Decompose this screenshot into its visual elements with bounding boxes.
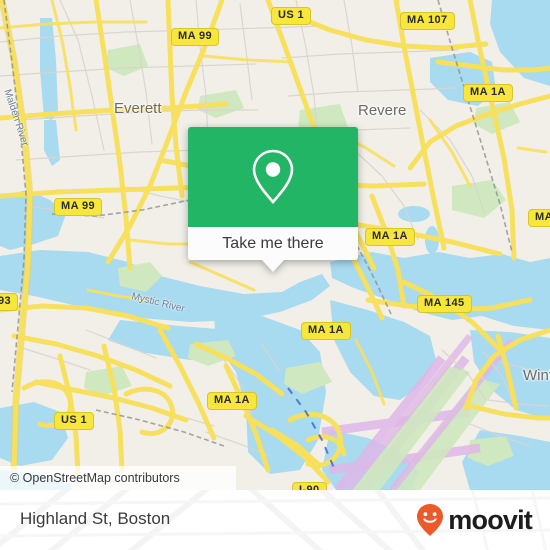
- route-shield-ma-99[interactable]: MA 99: [171, 28, 219, 46]
- place-label-everett: Everett: [114, 100, 162, 117]
- place-label-winthrop: Wint: [523, 367, 550, 384]
- place-label-revere: Revere: [358, 102, 407, 119]
- osm-attribution[interactable]: © OpenStreetMap contributors: [0, 466, 236, 490]
- callout-tail: [261, 259, 285, 272]
- location-callout[interactable]: Take me there: [188, 127, 358, 272]
- route-shield-i-90[interactable]: I-90: [292, 482, 327, 490]
- route-shield-ma-1a-5[interactable]: MA 1A: [207, 392, 257, 410]
- route-shield-i-93[interactable]: 93: [0, 293, 19, 311]
- route-shield-us-1-2[interactable]: US 1: [54, 412, 95, 430]
- map-pin-icon: [252, 149, 294, 204]
- route-shield-ma-145[interactable]: MA 145: [417, 295, 472, 313]
- route-shield-ma-107[interactable]: MA 107: [400, 12, 455, 30]
- route-shield-ma-1a-3[interactable]: MA 1A: [365, 228, 415, 246]
- route-shield-ma-partial[interactable]: MA: [528, 209, 550, 227]
- footer-bar: Highland St, Boston moovit: [0, 490, 550, 550]
- route-shield-ma-99-2[interactable]: MA 99: [54, 198, 102, 216]
- route-shield-ma-1a-4[interactable]: MA 1A: [301, 322, 351, 340]
- location-title: Highland St, Boston: [20, 509, 171, 528]
- moovit-logo[interactable]: moovit: [416, 503, 533, 537]
- map-screenshot: .w { fill:#a8daf0; } .gn { fill:#cfe8bf;…: [0, 0, 550, 550]
- take-me-there-button[interactable]: Take me there: [188, 227, 358, 260]
- route-shield-us-1[interactable]: US 1: [271, 7, 312, 25]
- moovit-pin-smile-icon: [417, 504, 444, 536]
- route-shield-ma-1a[interactable]: MA 1A: [463, 84, 513, 102]
- callout-icon-panel: [188, 127, 358, 227]
- moovit-wordmark: moovit: [448, 504, 533, 535]
